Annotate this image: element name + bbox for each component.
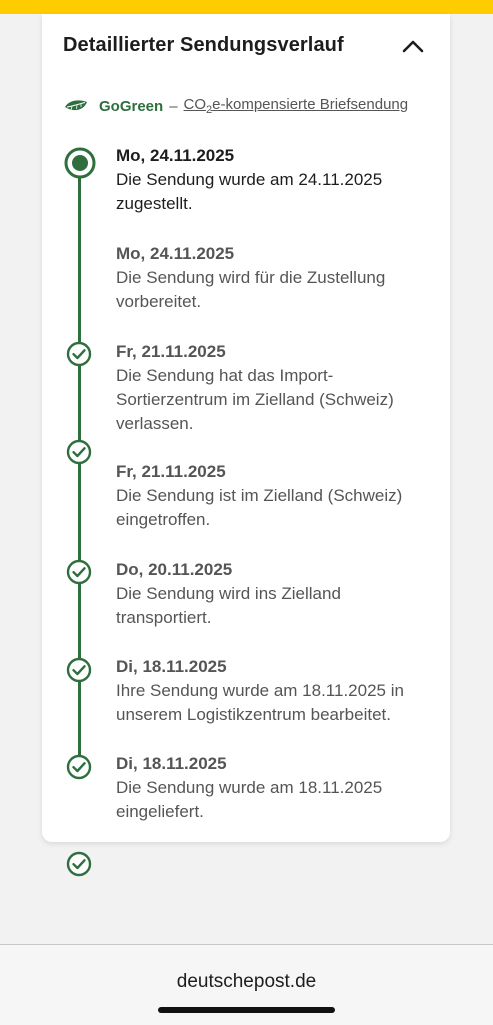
current-status-icon — [64, 147, 96, 179]
event-description: Ihre Sendung wurde am 18.11.2025 in — [116, 681, 404, 700]
event-description: transportiert. — [116, 608, 212, 627]
event-description: Sortierzentrum im Zielland (Schweiz) — [116, 390, 394, 409]
event-date: Do, 20.11.2025 — [116, 560, 233, 579]
gogreen-row: GoGreen – CO2e-kompensierte Briefsendung — [63, 96, 408, 116]
timeline-entry: Fr, 21.11.2025 Die Sendung ist im Ziellan… — [116, 460, 436, 532]
url-bar[interactable]: deutschepost.de — [0, 971, 493, 993]
event-date: Di, 18.11.2025 — [116, 657, 227, 676]
event-description: verlassen. — [116, 414, 194, 433]
event-description: Die Sendung wurde am 24.11.2025 — [116, 170, 383, 189]
brand-top-bar — [0, 0, 493, 14]
event-description: zugestellt. — [116, 194, 193, 213]
tracking-history-card: Detaillierter Sendungsverlauf GoGreen – … — [42, 14, 450, 877]
event-description: Die Sendung wurde am 18.11.2025 — [116, 778, 383, 797]
event-date: Mo, 24.11.2025 — [116, 146, 235, 165]
event-description: eingetroffen. — [116, 510, 211, 529]
card-title: Detaillierter Sendungsverlauf — [63, 34, 344, 56]
timeline-entry: Mo, 24.11.2025 Die Sendung wurde am 24.11… — [116, 144, 436, 216]
event-description: vorbereitet. — [116, 292, 202, 311]
timeline-entry: Di, 18.11.2025 Die Sendung wurde am 18.11… — [116, 752, 436, 824]
event-description: unserem Logistikzentrum bearbeitet. — [116, 705, 391, 724]
event-description: Die Sendung wird für die Zustellung — [116, 268, 386, 287]
check-circle-icon — [66, 657, 92, 683]
event-description: eingeliefert. — [116, 802, 204, 821]
gogreen-label: GoGreen — [99, 97, 164, 115]
check-circle-icon — [66, 754, 92, 780]
event-description: Die Sendung hat das Import- — [116, 366, 334, 385]
co2-compensation-link[interactable]: CO2e-kompensierte Briefsendung — [184, 96, 409, 116]
gogreen-separator: – — [169, 97, 178, 115]
check-circle-icon — [66, 559, 92, 585]
event-date: Fr, 21.11.2025 — [116, 462, 226, 481]
leaf-icon — [65, 100, 87, 111]
event-date: Mo, 24.11.2025 — [116, 244, 235, 263]
check-circle-icon — [66, 439, 92, 465]
timeline-entry: Fr, 21.11.2025 Die Sendung hat das Import… — [116, 340, 436, 436]
check-circle-icon — [66, 341, 92, 367]
check-circle-icon — [66, 851, 92, 877]
timeline-entry: Di, 18.11.2025 Ihre Sendung wurde am 18.1… — [116, 655, 436, 727]
event-description: Die Sendung ist im Zielland (Schweiz) — [116, 486, 403, 505]
browser-footer: deutschepost.de — [0, 944, 493, 1025]
timeline-entry: Mo, 24.11.2025 Die Sendung wird für die Z… — [116, 242, 436, 314]
chevron-up-icon[interactable] — [401, 36, 425, 56]
timeline-entry: Do, 20.11.2025 Die Sendung wird ins Ziell… — [116, 558, 436, 630]
home-indicator — [158, 1007, 335, 1013]
event-description: Die Sendung wird ins Zielland — [116, 584, 341, 603]
event-date: Di, 18.11.2025 — [116, 754, 227, 773]
event-date: Fr, 21.11.2025 — [116, 342, 226, 361]
